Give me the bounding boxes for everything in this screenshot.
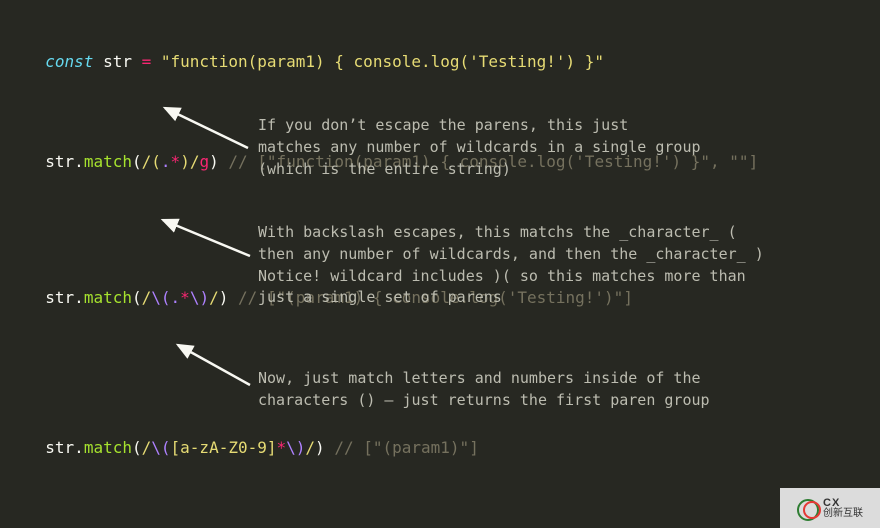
regex-class: [a-zA-Z0-9] <box>171 438 277 457</box>
annotation-2: With backslash escapes, this matchs the … <box>258 222 858 309</box>
method-match: match <box>84 152 132 171</box>
space <box>219 152 229 171</box>
rparen: ) <box>209 152 219 171</box>
lparen: ( <box>132 152 142 171</box>
obj: str <box>45 288 74 307</box>
keyword-const: const <box>45 52 93 71</box>
regex-delim: / <box>305 438 315 457</box>
method-match: match <box>84 288 132 307</box>
regex-delim: / <box>142 152 152 171</box>
regex-esc-open: \( <box>151 288 170 307</box>
regex-dot: . <box>161 152 171 171</box>
regex-star: * <box>171 152 181 171</box>
code-line-declaration: const str = "function(param1) { console.… <box>26 26 854 74</box>
var-name: str <box>93 52 141 71</box>
regex-esc-open: \( <box>151 438 170 457</box>
dot: . <box>74 288 84 307</box>
space <box>325 438 335 457</box>
rparen: ) <box>219 288 229 307</box>
regex-esc-close: \) <box>286 438 305 457</box>
lparen: ( <box>132 438 142 457</box>
dot: . <box>74 438 84 457</box>
regex-delim: / <box>209 288 219 307</box>
obj: str <box>45 152 74 171</box>
rparen: ) <box>315 438 325 457</box>
regex-group-open: ( <box>151 152 161 171</box>
regex-group-close: ) <box>180 152 190 171</box>
regex-delim: / <box>142 438 152 457</box>
arrow-3-icon <box>160 343 270 398</box>
watermark-cn: 创新互联 <box>823 508 863 519</box>
comment-result-3: // ["(param1)"] <box>334 438 479 457</box>
operator-equals: = <box>142 52 152 71</box>
method-match: match <box>84 438 132 457</box>
dot: . <box>74 152 84 171</box>
watermark-text: CX 创新互联 <box>823 498 863 519</box>
string-literal: "function(param1) { console.log('Testing… <box>161 52 604 71</box>
regex-esc-close: \) <box>190 288 209 307</box>
annotation-1: If you don’t escape the parens, this jus… <box>258 115 818 180</box>
annotation-3: Now, just match letters and numbers insi… <box>258 368 818 412</box>
obj: str <box>45 438 74 457</box>
regex-star: * <box>277 438 287 457</box>
lparen: ( <box>132 288 142 307</box>
regex-flag-g: g <box>199 152 209 171</box>
space <box>151 52 161 71</box>
regex-delim: / <box>142 288 152 307</box>
regex-star: * <box>180 288 190 307</box>
code-line-match-3: str.match(/\([a-zA-Z0-9]*\)/) // ["(para… <box>26 412 854 460</box>
space <box>228 288 238 307</box>
regex-dot: . <box>171 288 181 307</box>
watermark-logo-icon <box>797 497 819 519</box>
watermark: CX 创新互联 <box>780 488 880 528</box>
